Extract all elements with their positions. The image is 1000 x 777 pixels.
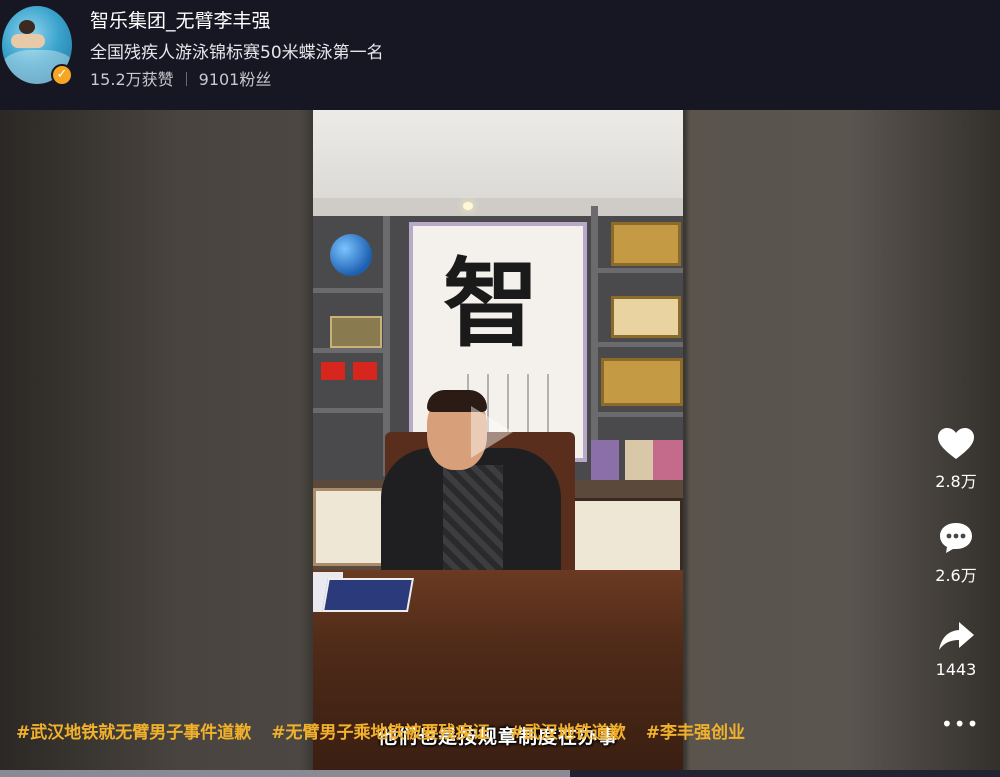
scene-lamp xyxy=(463,202,473,210)
followers-count: 9101粉丝 xyxy=(198,70,272,89)
comment-button[interactable]: 2.6万 xyxy=(926,520,986,586)
scene-flag xyxy=(321,362,345,380)
scene-person-shirt xyxy=(443,465,503,585)
profile-name[interactable]: 智乐集团_无臂李丰强 xyxy=(90,6,271,33)
shelf-board xyxy=(313,288,385,293)
calligraphy-character: 智 xyxy=(443,247,539,360)
scene-flag xyxy=(353,362,377,380)
share-count: 1443 xyxy=(935,660,977,679)
scene-plaque xyxy=(611,222,681,266)
shelf-board xyxy=(593,268,683,273)
comment-count: 2.6万 xyxy=(935,566,977,585)
video-player[interactable]: 智 他们也是按规章制度在办事 xyxy=(313,110,683,770)
avatar-swimmer-head xyxy=(19,20,35,34)
likes-count: 15.2万获赞 xyxy=(90,70,174,89)
scene-globe xyxy=(330,234,372,276)
comment-icon xyxy=(940,523,972,553)
share-button[interactable]: 1443 xyxy=(926,618,986,679)
like-button[interactable]: 2.8万 xyxy=(926,426,986,492)
hashtag[interactable]: #武汉地铁就无臂男子事件道歉 xyxy=(16,718,251,744)
scene-books xyxy=(653,440,683,480)
shelf-post xyxy=(591,206,598,476)
scene-books xyxy=(591,440,619,480)
shelf-board xyxy=(313,348,385,353)
verified-check-icon: ✓ xyxy=(51,64,73,86)
hashtag-list: #武汉地铁就无臂男子事件道歉 #无臂男子乘地铁被要残疾证 #武汉地铁道歉 #李丰… xyxy=(16,718,745,744)
profile-stats: 15.2万获赞 9101粉丝 xyxy=(90,66,271,90)
hashtag[interactable]: #李丰强创业 xyxy=(646,718,745,744)
more-icon[interactable]: ••• xyxy=(941,714,979,734)
share-icon xyxy=(939,622,974,650)
scene-books xyxy=(625,440,653,480)
scene-plaque xyxy=(601,358,683,406)
hashtag[interactable]: #武汉地铁道歉 xyxy=(510,718,626,744)
scene-plaque xyxy=(611,296,681,338)
video-progress-fill xyxy=(0,770,570,777)
scene-ceiling-trim xyxy=(313,198,683,216)
scene-notebook xyxy=(322,578,414,612)
profile-header: ✓ 智乐集团_无臂李丰强 全国残疾人游泳锦标赛50米蝶泳第一名 15.2万获赞 9… xyxy=(0,0,1000,110)
play-icon[interactable] xyxy=(471,406,513,458)
scene-photo-frame xyxy=(330,316,382,348)
scene-ceiling xyxy=(313,110,683,198)
heart-icon xyxy=(938,428,974,459)
shelf-board xyxy=(593,412,683,417)
video-progress-bar[interactable] xyxy=(0,770,1000,777)
shelf-board xyxy=(313,408,385,413)
shelf-board xyxy=(593,342,683,347)
avatar-swimmer-body xyxy=(11,34,45,48)
hashtag[interactable]: #无臂男子乘地铁被要残疾证 xyxy=(271,718,489,744)
profile-bio: 全国残疾人游泳锦标赛50米蝶泳第一名 xyxy=(90,43,384,63)
stats-divider xyxy=(185,72,187,86)
like-count: 2.8万 xyxy=(935,472,977,491)
